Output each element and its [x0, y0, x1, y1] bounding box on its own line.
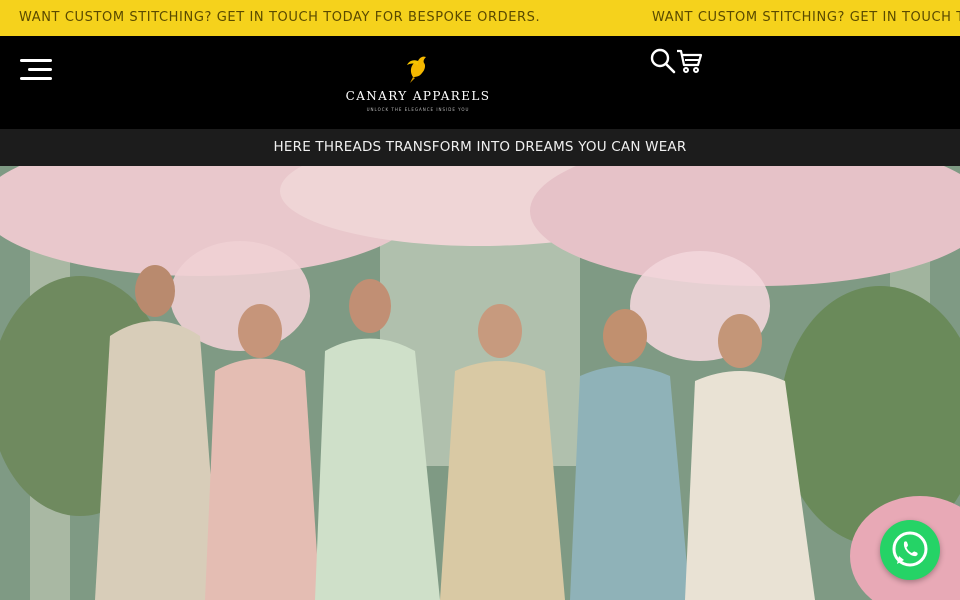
- hamburger-menu-icon[interactable]: [20, 59, 52, 81]
- announcement-text-repeat: WANT CUSTOM STITCHING? GET IN TOUCH T: [652, 10, 960, 25]
- canary-bird-logo: [407, 56, 426, 83]
- hero-banner-image[interactable]: [0, 166, 960, 600]
- announcement-text: WANT CUSTOM STITCHING? GET IN TOUCH TODA…: [19, 10, 541, 25]
- tagline-bar: HERE THREADS TRANSFORM INTO DREAMS YOU C…: [0, 129, 960, 166]
- whatsapp-icon[interactable]: [880, 520, 940, 580]
- search-icon[interactable]: [649, 47, 677, 75]
- site-logo[interactable]: CANARY APPARELS UNLOCK THE ELEGANCE INSI…: [343, 53, 493, 115]
- cart-icon[interactable]: [675, 47, 703, 75]
- hero-illustration: [0, 166, 960, 600]
- announcement-bar: WANT CUSTOM STITCHING? GET IN TOUCH TODA…: [0, 0, 960, 36]
- brand-name: CANARY APPARELS: [345, 89, 491, 103]
- site-header: CANARY APPARELS UNLOCK THE ELEGANCE INSI…: [3, 39, 960, 128]
- brand-tagline: UNLOCK THE ELEGANCE INSIDE YOU: [366, 107, 470, 112]
